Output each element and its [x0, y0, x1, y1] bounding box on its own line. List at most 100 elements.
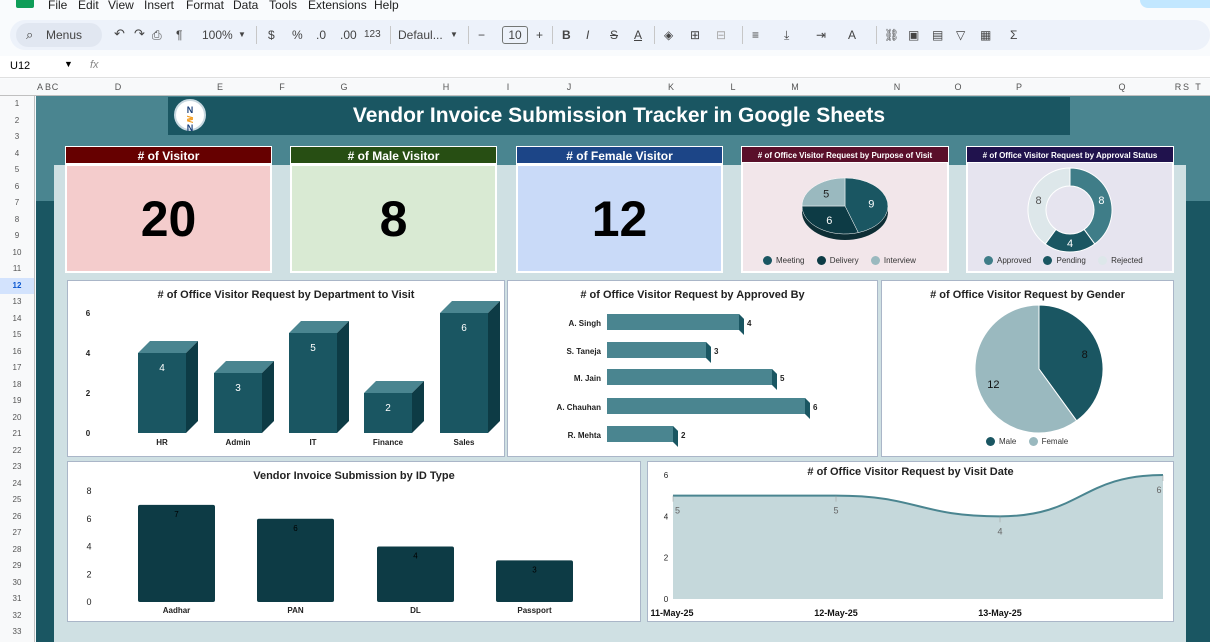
- idtype-chart-panel[interactable]: Vendor Invoice Submission by ID Type 0 2 4…: [67, 461, 641, 622]
- row-header-14[interactable]: 14: [0, 311, 34, 328]
- row-header-20[interactable]: 20: [0, 410, 34, 427]
- column-header-b[interactable]: B: [45, 82, 51, 92]
- text-rotation-icon[interactable]: A: [848, 28, 856, 42]
- row-header-8[interactable]: 8: [0, 212, 34, 229]
- column-header-s[interactable]: S: [1183, 82, 1189, 92]
- row-header-11[interactable]: 11: [0, 261, 34, 278]
- column-header-l[interactable]: L: [730, 82, 735, 92]
- text-color-button[interactable]: A: [634, 28, 642, 42]
- share-button[interactable]: [1140, 0, 1210, 8]
- row-header-19[interactable]: 19: [0, 393, 34, 410]
- more-formats-button[interactable]: 123: [364, 29, 381, 40]
- chevron-down-icon[interactable]: ▼: [64, 59, 73, 69]
- column-header-g[interactable]: G: [340, 82, 347, 92]
- decrease-decimal-button[interactable]: .0: [316, 28, 326, 42]
- comment-icon[interactable]: ▣: [908, 28, 919, 42]
- column-header-t[interactable]: T: [1195, 82, 1201, 92]
- approval-chart-panel[interactable]: 8 4 8 Approved Pending Rejected: [966, 146, 1174, 273]
- font-size-minus-icon[interactable]: −: [478, 28, 485, 42]
- gender-chart-panel[interactable]: # of Office Visitor Request by Gender 8 1…: [881, 280, 1174, 457]
- column-header-p[interactable]: P: [1016, 82, 1022, 92]
- currency-button[interactable]: $: [268, 28, 275, 42]
- font-size-input[interactable]: 10: [502, 26, 528, 44]
- percent-button[interactable]: %: [292, 28, 303, 42]
- column-header-e[interactable]: E: [217, 82, 223, 92]
- menu-format[interactable]: Format: [186, 0, 224, 12]
- link-icon[interactable]: ⛓: [884, 28, 899, 42]
- row-header-6[interactable]: 6: [0, 179, 34, 196]
- menu-data[interactable]: Data: [233, 0, 258, 12]
- row-header-4[interactable]: 4: [0, 146, 34, 163]
- merge-cells-icon[interactable]: ⊟: [716, 28, 726, 42]
- department-chart-panel[interactable]: # of Office Visitor Request by Departmen…: [67, 280, 505, 457]
- menu-extensions[interactable]: Extensions: [308, 0, 367, 12]
- zoom-select[interactable]: 100%: [202, 28, 233, 42]
- row-header-1[interactable]: 1: [0, 96, 34, 113]
- align-icon[interactable]: ≡: [752, 28, 759, 42]
- visitdate-chart-panel[interactable]: # of Office Visitor Request by Visit Dat…: [647, 461, 1174, 622]
- menu-help[interactable]: Help: [374, 0, 399, 12]
- menus-search-button[interactable]: ⌕ Menus: [16, 23, 102, 47]
- strikethrough-button[interactable]: S: [610, 28, 618, 42]
- filter-icon[interactable]: ▽: [956, 28, 965, 42]
- row-header-23[interactable]: 23: [0, 459, 34, 476]
- borders-icon[interactable]: ⊞: [690, 28, 700, 42]
- row-header-17[interactable]: 17: [0, 360, 34, 377]
- row-header-9[interactable]: 9: [0, 228, 34, 245]
- vertical-align-icon[interactable]: ⤓: [784, 28, 789, 43]
- column-header-o[interactable]: O: [954, 82, 961, 92]
- row-header-30[interactable]: 30: [0, 575, 34, 592]
- row-header-25[interactable]: 25: [0, 492, 34, 509]
- row-header-3[interactable]: 3: [0, 129, 34, 146]
- bold-button[interactable]: B: [562, 28, 571, 42]
- row-header-32[interactable]: 32: [0, 608, 34, 625]
- font-size-plus-icon[interactable]: +: [536, 28, 543, 42]
- row-header-29[interactable]: 29: [0, 558, 34, 575]
- row-header-28[interactable]: 28: [0, 542, 34, 559]
- menu-tools[interactable]: Tools: [269, 0, 297, 12]
- chart-icon[interactable]: ▤: [932, 28, 943, 42]
- redo-icon[interactable]: ↷: [134, 26, 145, 42]
- row-header-26[interactable]: 26: [0, 509, 34, 526]
- row-header-7[interactable]: 7: [0, 195, 34, 212]
- column-header-f[interactable]: F: [279, 82, 285, 92]
- row-header-27[interactable]: 27: [0, 525, 34, 542]
- row-header-5[interactable]: 5: [0, 162, 34, 179]
- menu-view[interactable]: View: [108, 0, 134, 12]
- filter-views-icon[interactable]: ▦: [980, 28, 991, 42]
- paint-format-icon[interactable]: ¶: [176, 28, 182, 42]
- row-header-12[interactable]: 12: [0, 277, 34, 294]
- row-header-31[interactable]: 31: [0, 591, 34, 608]
- undo-icon[interactable]: ↶: [114, 26, 125, 42]
- name-box[interactable]: U12: [10, 60, 30, 72]
- row-header-15[interactable]: 15: [0, 327, 34, 344]
- column-header-m[interactable]: M: [791, 82, 799, 92]
- column-header-a[interactable]: A: [37, 82, 43, 92]
- row-header-18[interactable]: 18: [0, 377, 34, 394]
- row-header-13[interactable]: 13: [0, 294, 34, 311]
- column-header-r[interactable]: R: [1175, 82, 1182, 92]
- functions-button[interactable]: Σ: [1010, 28, 1017, 42]
- print-icon[interactable]: ⎙: [152, 28, 162, 43]
- menu-file[interactable]: File: [48, 0, 67, 12]
- column-header-n[interactable]: N: [894, 82, 901, 92]
- menu-edit[interactable]: Edit: [78, 0, 99, 12]
- row-header-10[interactable]: 10: [0, 245, 34, 262]
- font-select[interactable]: Defaul...: [398, 28, 443, 42]
- increase-decimal-button[interactable]: .00: [340, 28, 357, 42]
- italic-button[interactable]: I: [586, 28, 589, 42]
- text-wrap-icon[interactable]: ⇥: [816, 28, 826, 42]
- column-header-d[interactable]: D: [115, 82, 122, 92]
- purpose-chart-panel[interactable]: 9 6 5 Meeting Delivery Interview: [741, 146, 949, 273]
- fill-color-icon[interactable]: ◈: [664, 28, 673, 42]
- column-header-i[interactable]: I: [507, 82, 510, 92]
- row-header-24[interactable]: 24: [0, 476, 34, 493]
- menu-insert[interactable]: Insert: [144, 0, 174, 12]
- row-header-21[interactable]: 21: [0, 426, 34, 443]
- column-header-j[interactable]: J: [567, 82, 572, 92]
- sheets-logo-icon[interactable]: [16, 0, 34, 8]
- row-header-2[interactable]: 2: [0, 113, 34, 130]
- column-header-c[interactable]: C: [52, 82, 59, 92]
- row-header-33[interactable]: 33: [0, 624, 34, 641]
- column-header-k[interactable]: K: [668, 82, 674, 92]
